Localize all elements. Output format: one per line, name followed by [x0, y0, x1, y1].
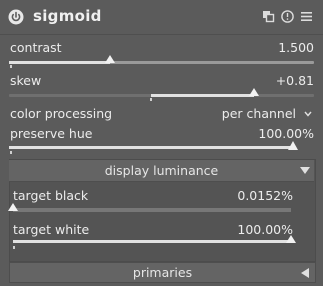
- contrast-slider[interactable]: contrast 1.500: [9, 38, 314, 68]
- skew-slider[interactable]: skew +0.81: [9, 71, 314, 101]
- target-black-thumb[interactable]: [8, 203, 18, 211]
- contrast-thumb[interactable]: [104, 55, 115, 63]
- contrast-label: contrast: [10, 40, 62, 55]
- preserve-hue-slider[interactable]: preserve hue 100.00%: [9, 124, 314, 154]
- presets-icon[interactable]: [300, 10, 313, 23]
- color-processing-label: color processing: [10, 106, 113, 121]
- skew-value: +0.81: [275, 73, 314, 88]
- color-processing-combobox[interactable]: color processing per channel: [9, 105, 314, 123]
- target-black-slider[interactable]: target black 0.0152%: [8, 187, 293, 217]
- target-white-track: [13, 240, 291, 243]
- target-white-fill: [13, 240, 291, 243]
- contrast-fill: [9, 61, 110, 64]
- reset-icon[interactable]: [281, 10, 294, 23]
- preserve-hue-fill: [9, 146, 293, 149]
- color-processing-value: per channel: [221, 106, 296, 121]
- primaries-title: primaries: [132, 265, 193, 280]
- preserve-hue-value: 100.00%: [258, 126, 314, 141]
- target-black-track: [13, 208, 291, 212]
- target-white-value: 100.00%: [237, 222, 293, 237]
- contrast-default-marker: [10, 65, 12, 68]
- target-white-slider[interactable]: target white 100.00%: [13, 221, 296, 253]
- module-header[interactable]: sigmoid: [0, 0, 323, 34]
- skew-thumb[interactable]: [248, 88, 259, 96]
- power-icon[interactable]: [8, 9, 24, 25]
- skew-fill: [151, 94, 254, 97]
- primaries-header[interactable]: primaries: [9, 262, 316, 283]
- target-white-label: target white: [13, 222, 90, 237]
- display-luminance-title: display luminance: [104, 163, 219, 178]
- display-luminance-header[interactable]: display luminance: [9, 160, 314, 182]
- skew-center-marker: [150, 98, 152, 101]
- module-title: sigmoid: [33, 7, 102, 25]
- contrast-value: 1.500: [278, 40, 314, 55]
- expand-triangle-icon: [301, 268, 309, 278]
- target-white-thumb[interactable]: [286, 235, 296, 243]
- preserve-hue-thumb[interactable]: [288, 141, 298, 150]
- preserve-hue-label: preserve hue: [10, 126, 93, 141]
- target-white-default-marker: [13, 246, 15, 249]
- target-black-label: target black: [13, 188, 89, 203]
- collapse-triangle-icon: [300, 167, 310, 174]
- preserve-hue-track: [9, 146, 293, 149]
- chevron-down-icon: [304, 111, 312, 117]
- preserve-hue-default-marker: [10, 151, 12, 154]
- header-divider: [0, 34, 323, 35]
- multi-instance-icon[interactable]: [262, 10, 275, 23]
- target-black-value: 0.0152%: [237, 188, 293, 203]
- skew-label: skew: [10, 73, 42, 88]
- contrast-track: [9, 61, 314, 64]
